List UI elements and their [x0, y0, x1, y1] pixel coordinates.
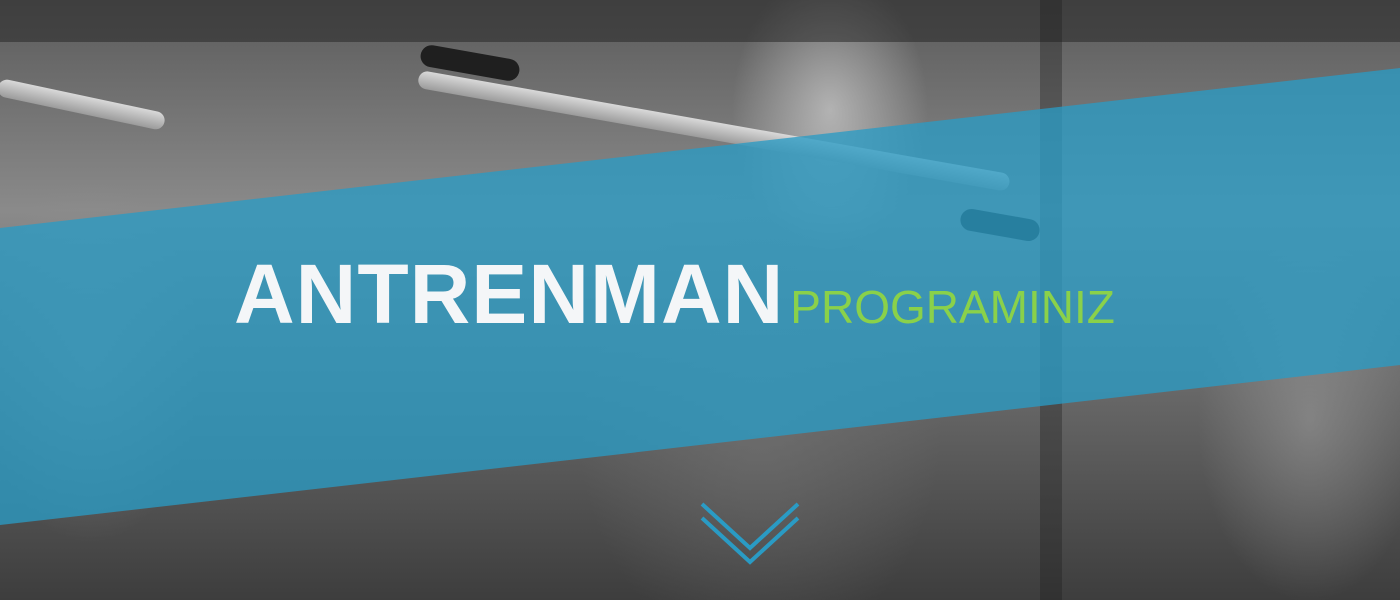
hero-title-main: ANTRENMAN	[234, 247, 785, 341]
hero-title-sub: PROGRAMINIZ	[790, 281, 1115, 333]
hero-title: ANTRENMAN PROGRAMINIZ	[234, 252, 1115, 336]
ceiling-beam	[0, 0, 1400, 42]
barbell-bar	[0, 78, 167, 131]
hero-banner: ANTRENMAN PROGRAMINIZ	[0, 0, 1400, 600]
chevron-down-icon[interactable]	[698, 496, 802, 566]
